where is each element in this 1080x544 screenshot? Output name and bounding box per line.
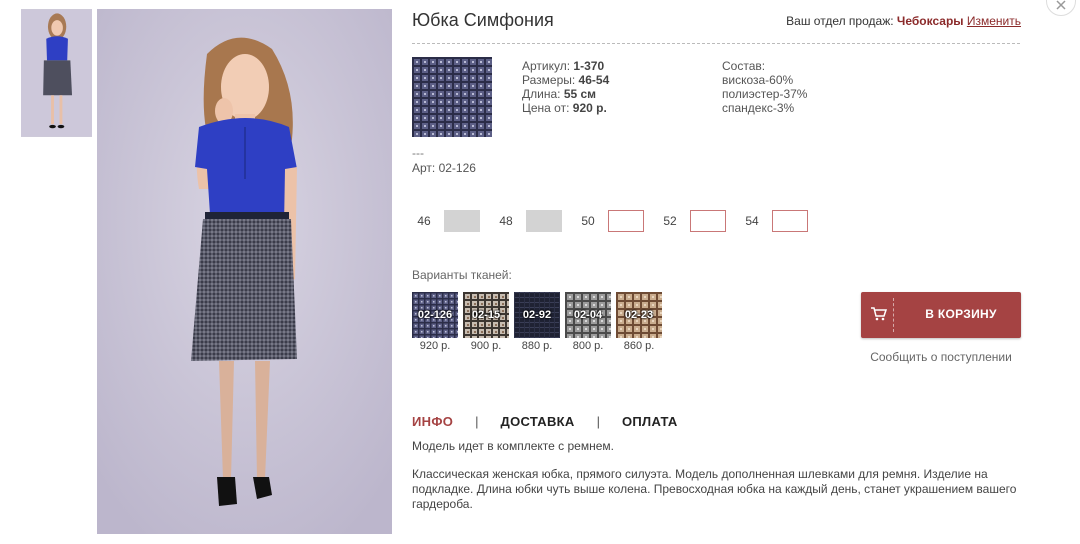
length-value: 55 см xyxy=(563,87,597,101)
fabric-code: 02-23 xyxy=(624,309,654,321)
size-option: 50 xyxy=(576,210,644,232)
header-divider xyxy=(412,43,1020,44)
length-label: Длина: xyxy=(522,87,561,101)
product-title: Юбка Симфония xyxy=(412,10,554,30)
close-icon xyxy=(1056,0,1066,10)
close-button[interactable] xyxy=(1046,0,1076,16)
size-label: 54 xyxy=(745,214,759,228)
price-value: 920 р. xyxy=(572,101,607,115)
size-label: 50 xyxy=(581,214,595,228)
tab-separator: | xyxy=(596,414,600,429)
description-note: Модель идет в комплекте с ремнем. xyxy=(412,439,614,453)
fabric-variant[interactable]: 02-04 800 р. xyxy=(565,292,611,352)
size-quantity-input[interactable] xyxy=(608,210,644,232)
fabric-swatch[interactable]: 02-92 xyxy=(514,292,560,338)
size-label: 52 xyxy=(663,214,677,228)
fabric-code: 02-15 xyxy=(471,309,501,321)
change-city-link[interactable]: Изменить xyxy=(967,14,1021,28)
product-specs: Артикул: 1-370 Размеры: 46-54 Длина: 55 … xyxy=(522,59,609,115)
sales-department: Ваш отдел продаж: Чебоксары Изменить xyxy=(786,14,1021,28)
description-text: Классическая женская юбка, прямого силуэ… xyxy=(412,467,1017,511)
composition-item: вискоза-60% xyxy=(722,73,794,87)
fabric-swatch[interactable]: 02-15 xyxy=(463,292,509,338)
composition-label: Состав: xyxy=(722,59,766,73)
tab-payment[interactable]: ОПЛАТА xyxy=(622,414,678,429)
fabric-price: 880 р. xyxy=(521,340,553,352)
fabric-variant[interactable]: 02-15 900 р. xyxy=(463,292,509,352)
composition-item: спандекс-3% xyxy=(722,101,795,115)
size-option: 46 xyxy=(412,210,480,232)
cart-separator xyxy=(893,298,894,332)
fabric-swatch[interactable]: 02-04 xyxy=(565,292,611,338)
add-to-cart-button[interactable]: В КОРЗИНУ xyxy=(861,292,1021,338)
composition-item: полиэстер-37% xyxy=(722,87,808,101)
fabric-price: 860 р. xyxy=(623,340,655,352)
fabrics-label: Варианты тканей: xyxy=(412,268,512,282)
fabric-variant[interactable]: 02-23 860 р. xyxy=(616,292,662,352)
fabric-variants: 02-126 920 р. 02-15 900 р. 02-92 880 р. … xyxy=(412,292,667,352)
size-quantity-input[interactable] xyxy=(690,210,726,232)
size-quantity-input[interactable] xyxy=(772,210,808,232)
fabric-article: Арт: 02-126 xyxy=(412,161,476,175)
price-label: Цена от: xyxy=(522,101,570,115)
sizes-label: Размеры: xyxy=(522,73,576,87)
size-box-unavailable xyxy=(444,210,480,232)
fabric-dash: --- xyxy=(412,146,424,160)
product-main-photo xyxy=(97,9,392,534)
size-box-unavailable xyxy=(526,210,562,232)
fabric-price: 800 р. xyxy=(572,340,604,352)
article-label: Артикул: xyxy=(522,59,571,73)
fabric-swatch[interactable]: 02-126 xyxy=(412,292,458,338)
size-label: 46 xyxy=(417,214,431,228)
fabric-swatch-main xyxy=(412,57,492,137)
cart-icon xyxy=(871,307,887,321)
sizes-value: 46-54 xyxy=(578,73,610,87)
size-option: 52 xyxy=(658,210,726,232)
size-selector: 46 48 50 52 54 xyxy=(412,210,822,232)
article-value: 1-370 xyxy=(573,59,605,73)
size-option: 48 xyxy=(494,210,562,232)
info-tabs: ИНФО | ДОСТАВКА | ОПЛАТА xyxy=(412,414,678,429)
product-thumbnail[interactable] xyxy=(21,9,92,137)
cart-label: В КОРЗИНУ xyxy=(925,307,997,321)
size-label: 48 xyxy=(499,214,513,228)
notify-availability-link[interactable]: Сообщить о поступлении xyxy=(861,350,1021,364)
fabric-price: 900 р. xyxy=(470,340,502,352)
fabric-code: 02-126 xyxy=(417,309,453,321)
fabric-code: 02-04 xyxy=(573,309,603,321)
fabric-price: 920 р. xyxy=(419,340,451,352)
sales-dept-city: Чебоксары xyxy=(896,14,964,28)
sales-dept-label: Ваш отдел продаж: xyxy=(786,14,894,28)
tab-separator: | xyxy=(475,414,479,429)
fabric-code: 02-92 xyxy=(522,309,552,321)
tab-delivery[interactable]: ДОСТАВКА xyxy=(501,414,575,429)
composition: Состав: вискоза-60% полиэстер-37% спанде… xyxy=(722,59,807,115)
tab-info[interactable]: ИНФО xyxy=(412,414,453,429)
fabric-variant[interactable]: 02-126 920 р. xyxy=(412,292,458,352)
fabric-swatch[interactable]: 02-23 xyxy=(616,292,662,338)
size-option: 54 xyxy=(740,210,808,232)
fabric-variant[interactable]: 02-92 880 р. xyxy=(514,292,560,352)
